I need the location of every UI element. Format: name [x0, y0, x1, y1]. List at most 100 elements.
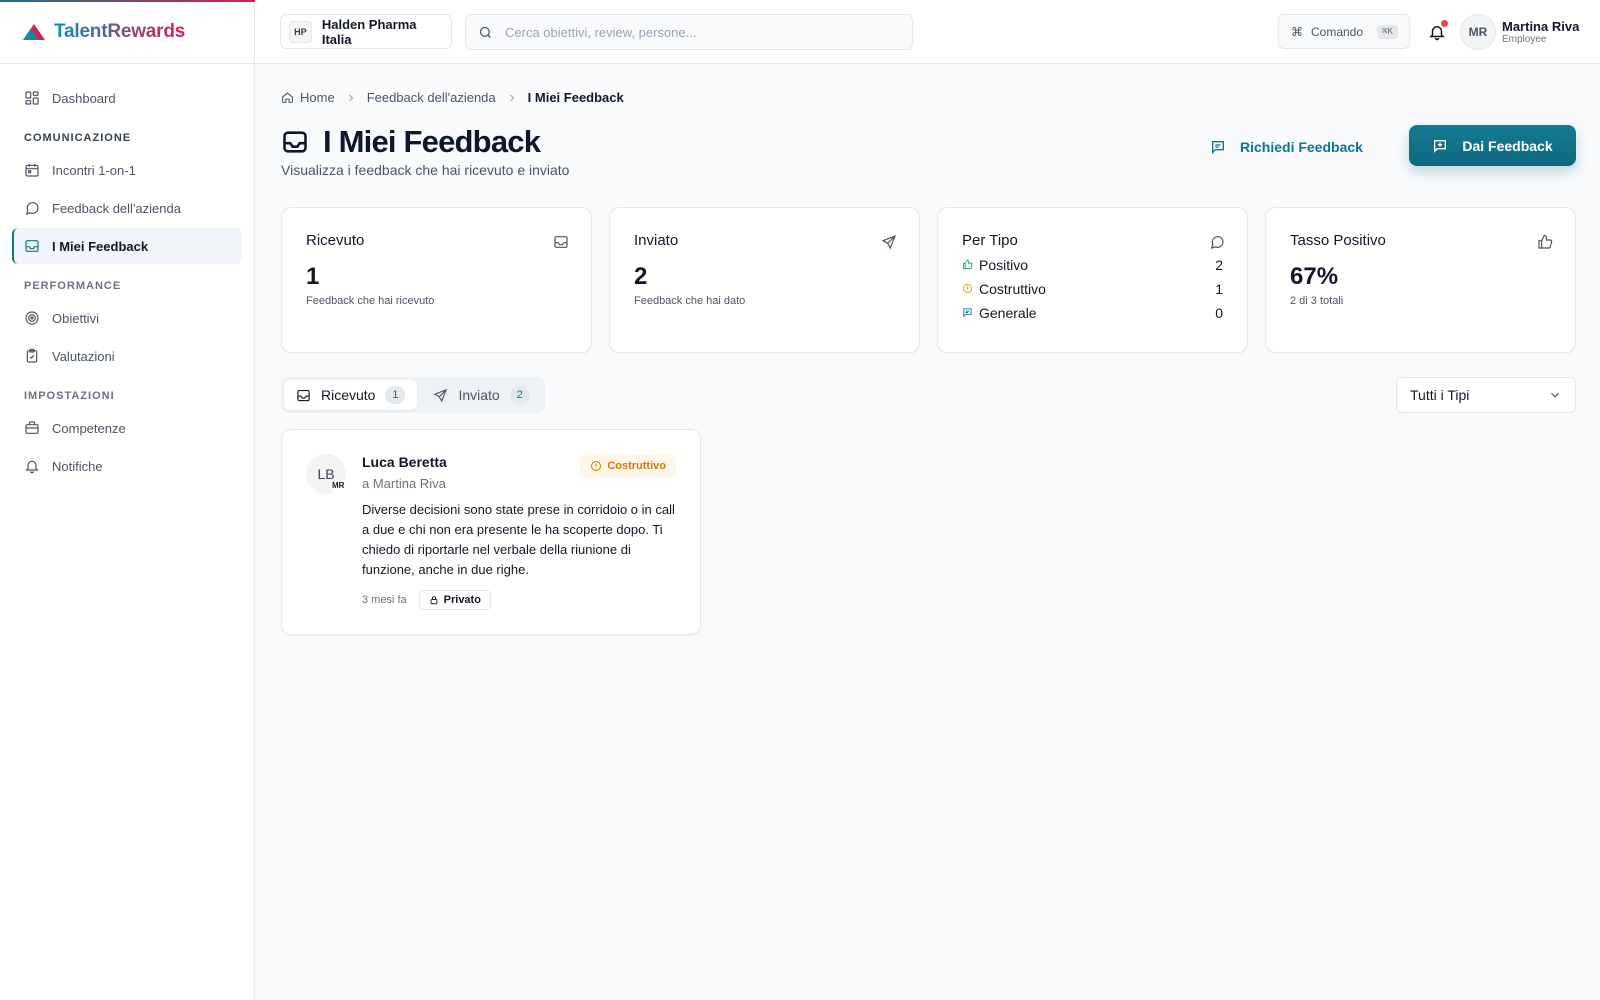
breadcrumb: Home Feedback dell'azienda I Miei Feedba…	[281, 90, 624, 105]
sidebar-item-label: Notifiche	[52, 458, 103, 474]
page-subtitle: Visualizza i feedback che hai ricevuto e…	[281, 162, 570, 178]
section-title-comunicazione: COMUNICAZIONE	[24, 132, 132, 144]
stat-card-desc: Feedback che hai ricevuto	[306, 295, 435, 307]
thumbs-up-icon	[962, 259, 973, 270]
sidebar-item-obiettivi[interactable]: Obiettivi	[12, 300, 242, 336]
sidebar-item-dashboard[interactable]: Dashboard	[12, 80, 242, 116]
search-input[interactable]	[505, 24, 885, 40]
inbox-icon	[281, 128, 309, 156]
home-icon	[281, 91, 294, 104]
sidebar-item-label: Feedback dell'azienda	[52, 200, 181, 216]
main-content: Home Feedback dell'azienda I Miei Feedba…	[255, 64, 1600, 1000]
feedback-text: Diverse decisioni sono state prese in co…	[362, 502, 675, 577]
breadcrumb-feedback-azienda[interactable]: Feedback dell'azienda	[367, 90, 496, 105]
sidebar-item-label: Valutazioni	[52, 348, 115, 364]
sidebar-item-notifiche[interactable]: Notifiche	[12, 448, 242, 484]
stat-card-value: 1	[306, 263, 320, 290]
top-header: HP Halden Pharma Italia ⌘ Comando ⌘K MR …	[255, 0, 1600, 64]
tab-label: Ricevuto	[321, 387, 376, 403]
notifications-button[interactable]	[1425, 20, 1449, 44]
stat-card-title: Tasso Positivo	[1290, 232, 1386, 249]
message-plus-icon	[1210, 139, 1226, 155]
breadcrumb-label: Home	[300, 90, 335, 105]
brand[interactable]: TalentRewards	[0, 0, 254, 64]
stat-card-received: Ricevuto 1 Feedback che hai ricevuto	[281, 207, 592, 353]
stat-card-by-type: Per Tipo Positivo 2 Costruttivo 1 Genera…	[937, 207, 1248, 353]
stats-cards: Ricevuto 1 Feedback che hai ricevuto Inv…	[281, 207, 1576, 353]
calendar-icon	[24, 162, 40, 178]
visibility-label: Privato	[443, 594, 481, 606]
type-row-constructive: Costruttivo 1	[962, 280, 1223, 297]
tab-inviato[interactable]: Inviato 2	[421, 380, 541, 410]
recipient-name: a Martina Riva	[362, 476, 446, 491]
give-feedback-label: Dai Feedback	[1462, 137, 1553, 154]
message-circle-icon	[24, 200, 40, 216]
sidebar: TalentRewards Dashboard COMUNICAZIONE In…	[0, 0, 255, 1000]
recipient-avatar: MR	[330, 480, 347, 491]
author-name: Luca Beretta	[362, 454, 447, 470]
sidebar-item-incontri[interactable]: Incontri 1-on-1	[12, 152, 242, 188]
type-label: Positivo	[979, 256, 1029, 273]
tab-label: Inviato	[458, 387, 500, 403]
target-icon	[24, 310, 40, 326]
company-name: Halden Pharma Italia	[321, 16, 417, 47]
company-switcher[interactable]: HP Halden Pharma Italia	[280, 14, 452, 49]
breadcrumb-current: I Miei Feedback	[527, 90, 624, 105]
type-row-general: Generale 0	[962, 304, 1223, 321]
chevron-down-icon	[1548, 388, 1562, 402]
stat-card-value: 2	[634, 263, 648, 290]
stat-card-title: Per Tipo	[962, 232, 1018, 249]
clipboard-check-icon	[24, 348, 40, 364]
sidebar-item-valutazioni[interactable]: Valutazioni	[12, 338, 242, 374]
notification-dot	[1441, 20, 1448, 27]
stat-card-sent: Inviato 2 Feedback che hai dato	[609, 207, 920, 353]
type-label: Costruttivo	[979, 280, 1046, 297]
command-label: Comando	[1311, 24, 1364, 39]
send-icon	[881, 234, 897, 250]
feedback-card[interactable]: LB MR Costruttivo Luca Beretta a Martina…	[281, 429, 701, 635]
type-count: 1	[1215, 280, 1223, 297]
command-icon: ⌘	[1291, 24, 1303, 39]
inbox-icon	[296, 388, 311, 403]
stat-card-title: Inviato	[634, 232, 679, 249]
tab-ricevuto[interactable]: Ricevuto 1	[284, 380, 418, 410]
sidebar-item-feedback-azienda[interactable]: Feedback dell'azienda	[12, 190, 242, 226]
request-feedback-button[interactable]: Richiedi Feedback	[1198, 128, 1375, 166]
brand-accent-line	[0, 0, 255, 2]
user-menu[interactable]: MR Martina Riva Employee	[1460, 14, 1579, 50]
chevron-right-icon	[345, 92, 357, 104]
tab-count: 1	[385, 386, 406, 404]
stat-card-desc: Feedback che hai dato	[634, 295, 746, 307]
message-square-icon	[962, 307, 973, 318]
sidebar-item-miei-feedback[interactable]: I Miei Feedback	[12, 228, 242, 264]
request-feedback-label: Richiedi Feedback	[1240, 139, 1363, 155]
command-button[interactable]: ⌘ Comando ⌘K	[1278, 14, 1410, 49]
give-feedback-button[interactable]: Dai Feedback	[1409, 125, 1576, 166]
stat-card-desc: 2 di 3 totali	[1290, 295, 1344, 307]
thumbs-up-icon	[1537, 234, 1553, 250]
logo-icon	[22, 23, 46, 41]
breadcrumb-home[interactable]: Home	[281, 90, 335, 105]
type-count: 2	[1215, 256, 1223, 273]
sidebar-item-label: Incontri 1-on-1	[52, 162, 136, 178]
user-info: Martina Riva Employee	[1502, 19, 1579, 46]
command-shortcut: ⌘K	[1377, 24, 1398, 39]
feedback-body: Luca Beretta a Martina Riva Diverse deci…	[362, 454, 677, 610]
user-role: Employee	[1502, 33, 1547, 45]
type-label: Generale	[979, 304, 1037, 321]
stat-card-positive-rate: Tasso Positivo 67% 2 di 3 totali	[1265, 207, 1576, 353]
briefcase-icon	[24, 420, 40, 436]
sidebar-item-label: Dashboard	[52, 90, 116, 106]
company-badge: HP	[289, 20, 312, 43]
page-title: I Miei Feedback	[323, 124, 541, 159]
sidebar-item-competenze[interactable]: Competenze	[12, 410, 242, 446]
feedback-time: 3 mesi fa	[362, 594, 407, 606]
sidebar-nav: Dashboard COMUNICAZIONE Incontri 1-on-1 …	[0, 64, 254, 502]
type-filter-select[interactable]: Tutti i Tipi	[1396, 377, 1576, 413]
lock-icon	[429, 595, 439, 605]
user-name: Martina Riva	[1502, 18, 1580, 34]
feedback-meta: 3 mesi fa Privato	[362, 590, 677, 610]
search-box[interactable]	[465, 14, 913, 50]
message-plus-icon	[1432, 138, 1448, 154]
avatar: MR	[1460, 14, 1496, 50]
